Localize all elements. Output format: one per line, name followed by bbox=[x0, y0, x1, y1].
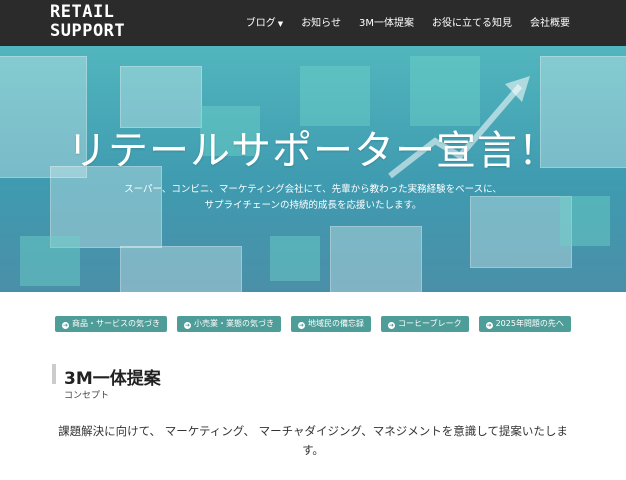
section-accent-bar bbox=[52, 364, 56, 384]
nav-item-company[interactable]: 会社概要 bbox=[530, 14, 570, 29]
category-button-label: 小売業・業態の気づき bbox=[194, 319, 275, 328]
nav-item-3m[interactable]: 3M一体提案 bbox=[359, 14, 414, 29]
hero-subtitle: スーパー、コンビニ、マーケティング会社にて、先輩から教わった実務経験をベースに、… bbox=[0, 182, 626, 214]
section-title: 3M一体提案 bbox=[64, 369, 161, 389]
hero-decor-paper bbox=[120, 246, 242, 292]
hero-title: リテールサポーター宣言！ bbox=[67, 128, 559, 174]
category-button-retail[interactable]: ➜ 小売業・業態の気づき bbox=[177, 316, 282, 332]
nav-item-blog[interactable]: ブログ ▼ bbox=[246, 14, 283, 29]
category-button-label: コーヒーブレーク bbox=[398, 319, 462, 328]
category-button-2025[interactable]: ➜ 2025年問題の先へ bbox=[478, 316, 571, 332]
nav-item-knowledge[interactable]: お役に立てる知見 bbox=[432, 14, 512, 29]
circle-arrow-icon: ➜ bbox=[62, 322, 70, 329]
circle-arrow-icon: ➜ bbox=[298, 322, 306, 329]
category-buttons: ➜ 商品・サービスの気づき ➜ 小売業・業態の気づき ➜ 地域民の備忘録 ➜ コーヒーブ… bbox=[0, 316, 626, 332]
circle-arrow-icon: ➜ bbox=[485, 322, 493, 329]
main-nav: ブログ ▼ お知らせ 3M一体提案 お役に立てる知見 会社概要 bbox=[246, 14, 570, 29]
circle-arrow-icon: ➜ bbox=[388, 322, 396, 329]
hero-decor-note bbox=[300, 66, 370, 126]
circle-arrow-icon: ➜ bbox=[184, 322, 192, 329]
category-button-label: 商品・サービスの気づき bbox=[72, 319, 161, 328]
category-button-products[interactable]: ➜ 商品・サービスの気づき bbox=[55, 316, 168, 332]
caret-down-icon: ▼ bbox=[277, 20, 284, 28]
hero-subtitle-line-2: サプライチェーンの持続的成長を応援いたします。 bbox=[204, 200, 422, 211]
hero-decor-note bbox=[270, 236, 320, 281]
site-logo[interactable]: RETAIL SUPPORT bbox=[50, 4, 125, 42]
category-button-coffee[interactable]: ➜ コーヒーブレーク bbox=[381, 316, 469, 332]
category-button-local[interactable]: ➜ 地域民の備忘録 bbox=[291, 316, 372, 332]
section-subtitle: コンセプト bbox=[64, 391, 110, 401]
logo-line-2: SUPPORT bbox=[50, 21, 126, 41]
hero-subtitle-line-1: スーパー、コンビニ、マーケティング会社にて、先輩から教わった実務経験をベースに、 bbox=[124, 184, 502, 195]
nav-label-blog: ブログ bbox=[245, 18, 276, 29]
section-body: 課題解決に向けて、 マーケティング、 マーチャダイジング、マネジメントを意識して… bbox=[58, 424, 568, 457]
hero-banner: リテールサポーター宣言！ スーパー、コンビニ、マーケティング会社にて、先輩から教… bbox=[0, 46, 626, 292]
hero-decor-note bbox=[20, 236, 80, 286]
nav-item-news[interactable]: お知らせ bbox=[301, 14, 341, 29]
category-button-label: 地域民の備忘録 bbox=[308, 319, 365, 328]
site-header: RETAIL SUPPORT ブログ ▼ お知らせ 3M一体提案 お役に立てる知見… bbox=[0, 0, 626, 46]
category-button-label: 2025年問題の先へ bbox=[495, 319, 564, 328]
hero-decor-paper bbox=[330, 226, 422, 292]
